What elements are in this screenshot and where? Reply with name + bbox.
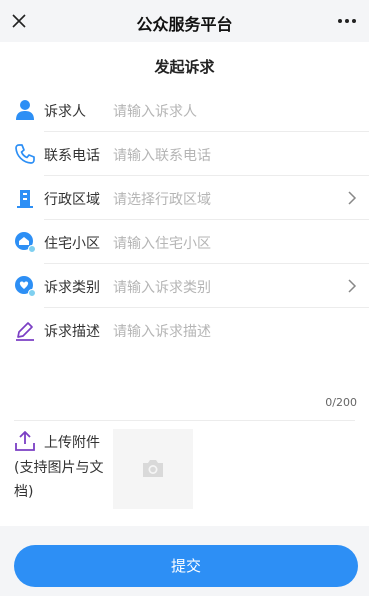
field-label: 住宅小区: [44, 236, 100, 252]
field-label: 联系电话: [44, 148, 100, 164]
title-bar: 公众服务平台: [0, 0, 369, 42]
building-icon: [17, 190, 33, 208]
field-petitioner[interactable]: 诉求人 请输入诉求人: [0, 88, 369, 132]
upload-box[interactable]: [113, 429, 193, 509]
field-district[interactable]: 行政区域 请选择行政区域: [0, 176, 369, 220]
attachment-note: (支持图片与文档): [14, 460, 104, 500]
field-label: 诉求人: [44, 104, 86, 120]
char-counter: 0/200: [325, 396, 357, 409]
field-description[interactable]: 诉求描述 请输入诉求描述: [0, 308, 369, 352]
phone-icon: [15, 144, 35, 164]
field-community[interactable]: 住宅小区 请输入住宅小区: [0, 220, 369, 264]
petitioner-input[interactable]: 请输入诉求人: [113, 101, 197, 121]
submit-button[interactable]: 提交: [14, 545, 358, 587]
more-icon[interactable]: [335, 10, 359, 32]
category-input[interactable]: 请输入诉求类别: [113, 277, 211, 297]
category-icon: [15, 276, 36, 297]
field-label: 诉求类别: [44, 280, 100, 296]
field-category[interactable]: 诉求类别 请输入诉求类别: [0, 264, 369, 308]
form-card: 发起诉求 诉求人 请输入诉求人 联系电话 请输入联系电话 行政区域 请选择行政区…: [0, 42, 369, 526]
page-title: 公众服务平台: [136, 15, 233, 34]
chevron-right-icon: [348, 191, 357, 205]
field-phone[interactable]: 联系电话 请输入联系电话: [0, 132, 369, 176]
field-label: 行政区域: [44, 192, 100, 208]
pen-icon: [16, 322, 34, 341]
upload-icon: [15, 431, 35, 451]
person-icon: [16, 100, 34, 120]
field-label: 诉求描述: [44, 324, 100, 340]
attachment-label: 上传附件: [44, 435, 100, 451]
description-textarea[interactable]: 请输入诉求描述: [113, 321, 211, 341]
district-select[interactable]: 请选择行政区域: [113, 189, 211, 209]
divider: [14, 420, 355, 421]
community-icon: [15, 232, 36, 253]
form-heading: 发起诉求: [154, 58, 215, 76]
camera-icon: [143, 460, 163, 477]
phone-input[interactable]: 请输入联系电话: [113, 145, 211, 165]
chevron-right-icon: [348, 279, 357, 293]
community-input[interactable]: 请输入住宅小区: [113, 233, 211, 253]
